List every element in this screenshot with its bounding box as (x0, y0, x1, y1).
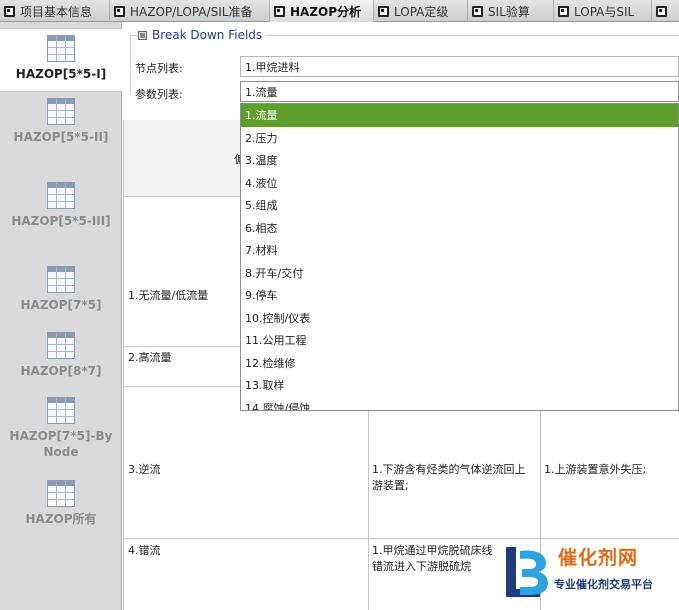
dropdown-option[interactable]: 10.控制/仪表 (241, 307, 678, 330)
tab-label: LOPA定级 (394, 4, 449, 19)
sidebar-item-label: HAZOP[7*5] (20, 298, 102, 312)
dropdown-option[interactable]: 12.检维修 (241, 352, 678, 375)
watermark-title: 催化剂网 (558, 547, 639, 569)
sidebar-item-label: HAZOP[5*5-III] (11, 214, 111, 228)
table-grid-icon (47, 266, 75, 293)
collapse-icon[interactable] (138, 30, 147, 40)
node-list-label: 节点列表: (135, 62, 183, 75)
sidebar-item-hazop-5x5-i[interactable]: HAZOP[5*5-I] (0, 28, 122, 92)
row-divider (124, 538, 679, 539)
dropdown-option[interactable]: 14.腐蚀/侵蚀 (241, 397, 678, 410)
table-grid-icon (47, 98, 75, 125)
sidebar-item-label: HAZOP[5*5-I] (15, 67, 107, 81)
table-grid-icon (47, 480, 75, 507)
window-icon (378, 5, 389, 17)
breakdown-legend[interactable]: Break Down Fields (138, 28, 267, 42)
table-row-deviation[interactable]: 4.错流 (128, 543, 161, 559)
table-grid-icon (47, 182, 75, 209)
tab-project-info[interactable]: 项目基本信息 (0, 0, 110, 22)
tab-hazop-analysis[interactable]: HAZOP分析 (270, 0, 374, 22)
sidebar-item-label: HAZOP所有 (25, 512, 97, 526)
table-row-cause[interactable]: 1.甲烷通过甲烷脱硫床线错流进入下游脱硫烷 (372, 543, 500, 575)
column-divider (368, 386, 369, 610)
table-row-deviation[interactable]: 2.高流量 (128, 350, 172, 366)
param-list-label: 参数列表: (135, 88, 183, 101)
sidebar-item-hazop-8x7[interactable]: HAZOP[8*7] (0, 332, 122, 392)
node-list-field[interactable]: 1.甲烷进料 (240, 56, 679, 77)
watermark-subtitle: 专业催化剂交易平台 (554, 578, 653, 591)
dropdown-option[interactable]: 2.压力 (241, 127, 678, 150)
tab-label: SIL验算 (488, 4, 530, 19)
table-row-consequence[interactable]: 1.上游装置意外失压; (544, 462, 678, 478)
tab-label: HAZOP分析 (290, 4, 362, 19)
sidebar-item-label: HAZOP[8*7] (20, 364, 102, 378)
table-row-cause[interactable]: 1.下游含有烃类的气体逆流回上游装置; (372, 462, 536, 494)
sidebar-item-hazop-5x5-iii[interactable]: HAZOP[5*5-III] (0, 182, 122, 260)
table-grid-icon (47, 332, 75, 359)
watermark-logo (506, 547, 548, 597)
tab-label: 项目基本信息 (20, 4, 93, 19)
table-row-deviation[interactable]: 3.逆流 (128, 462, 161, 478)
tab-lopa-sil[interactable]: LOPA与SIL (554, 0, 652, 22)
window-icon (558, 5, 569, 17)
window-icon (4, 5, 15, 17)
dropdown-option[interactable]: 6.相态 (241, 217, 678, 240)
sidebar-item-label: HAZOP[5*5-II] (13, 130, 109, 144)
breakdown-legend-text: Break Down Fields (152, 28, 263, 42)
sidebar-item-hazop-all[interactable]: HAZOP所有 (0, 480, 122, 540)
table-row-deviation[interactable]: 1.无流量/低流量 (128, 288, 208, 304)
sidebar-item-hazop-7x5-bynode[interactable]: HAZOP[7*5]-ByNode (0, 397, 122, 475)
param-list-select[interactable]: 1.流量 (240, 81, 679, 102)
window-icon (114, 5, 125, 17)
window-icon (274, 5, 285, 17)
param-list-value: 1.流量 (245, 85, 278, 99)
analysis-sidebar: HAZOP[5*5-I] HAZOP[5*5-II] HAZOP[5*5-III… (0, 22, 122, 610)
tab-label: HAZOP/LOPA/SIL准备 (130, 4, 253, 19)
dropdown-option[interactable]: 8.开车/交付 (241, 262, 678, 285)
window-icon (472, 5, 483, 17)
tab-more[interactable] (652, 0, 679, 22)
tab-label: LOPA与SIL (574, 4, 635, 19)
dropdown-option[interactable]: 9.停车 (241, 284, 678, 307)
param-dropdown-list[interactable]: 1.流量 2.压力 3.温度 4.液位 5.组成 6.相态 7.材料 8.开车/… (240, 103, 679, 411)
dropdown-option[interactable]: 1.流量 (241, 104, 678, 127)
table-grid-icon (47, 35, 75, 62)
tab-hazop-prep[interactable]: HAZOP/LOPA/SIL准备 (110, 0, 270, 22)
sidebar-item-hazop-7x5[interactable]: HAZOP[7*5] (0, 266, 122, 326)
tab-sil-verify[interactable]: SIL验算 (468, 0, 554, 22)
site-watermark: 催化剂网 专业催化剂交易平台 (498, 540, 679, 610)
sidebar-item-label: HAZOP[7*5]-ByNode (9, 429, 113, 459)
dropdown-option[interactable]: 4.液位 (241, 172, 678, 195)
dropdown-option[interactable]: 5.组成 (241, 194, 678, 217)
top-tab-bar: 项目基本信息 HAZOP/LOPA/SIL准备 HAZOP分析 LOPA定级 S… (0, 0, 679, 22)
sidebar-item-hazop-5x5-ii[interactable]: HAZOP[5*5-II] (0, 98, 122, 176)
dropdown-option[interactable]: 11.公用工程 (241, 329, 678, 352)
table-grid-icon (47, 397, 75, 424)
app-window: 项目基本信息 HAZOP/LOPA/SIL准备 HAZOP分析 LOPA定级 S… (0, 0, 679, 610)
dropdown-option[interactable]: 3.温度 (241, 149, 678, 172)
tab-lopa-rating[interactable]: LOPA定级 (374, 0, 468, 22)
window-icon (656, 5, 667, 17)
dropdown-option[interactable]: 13.取样 (241, 374, 678, 397)
dropdown-option[interactable]: 7.材料 (241, 239, 678, 262)
node-list-value: 1.甲烷进料 (245, 60, 300, 74)
